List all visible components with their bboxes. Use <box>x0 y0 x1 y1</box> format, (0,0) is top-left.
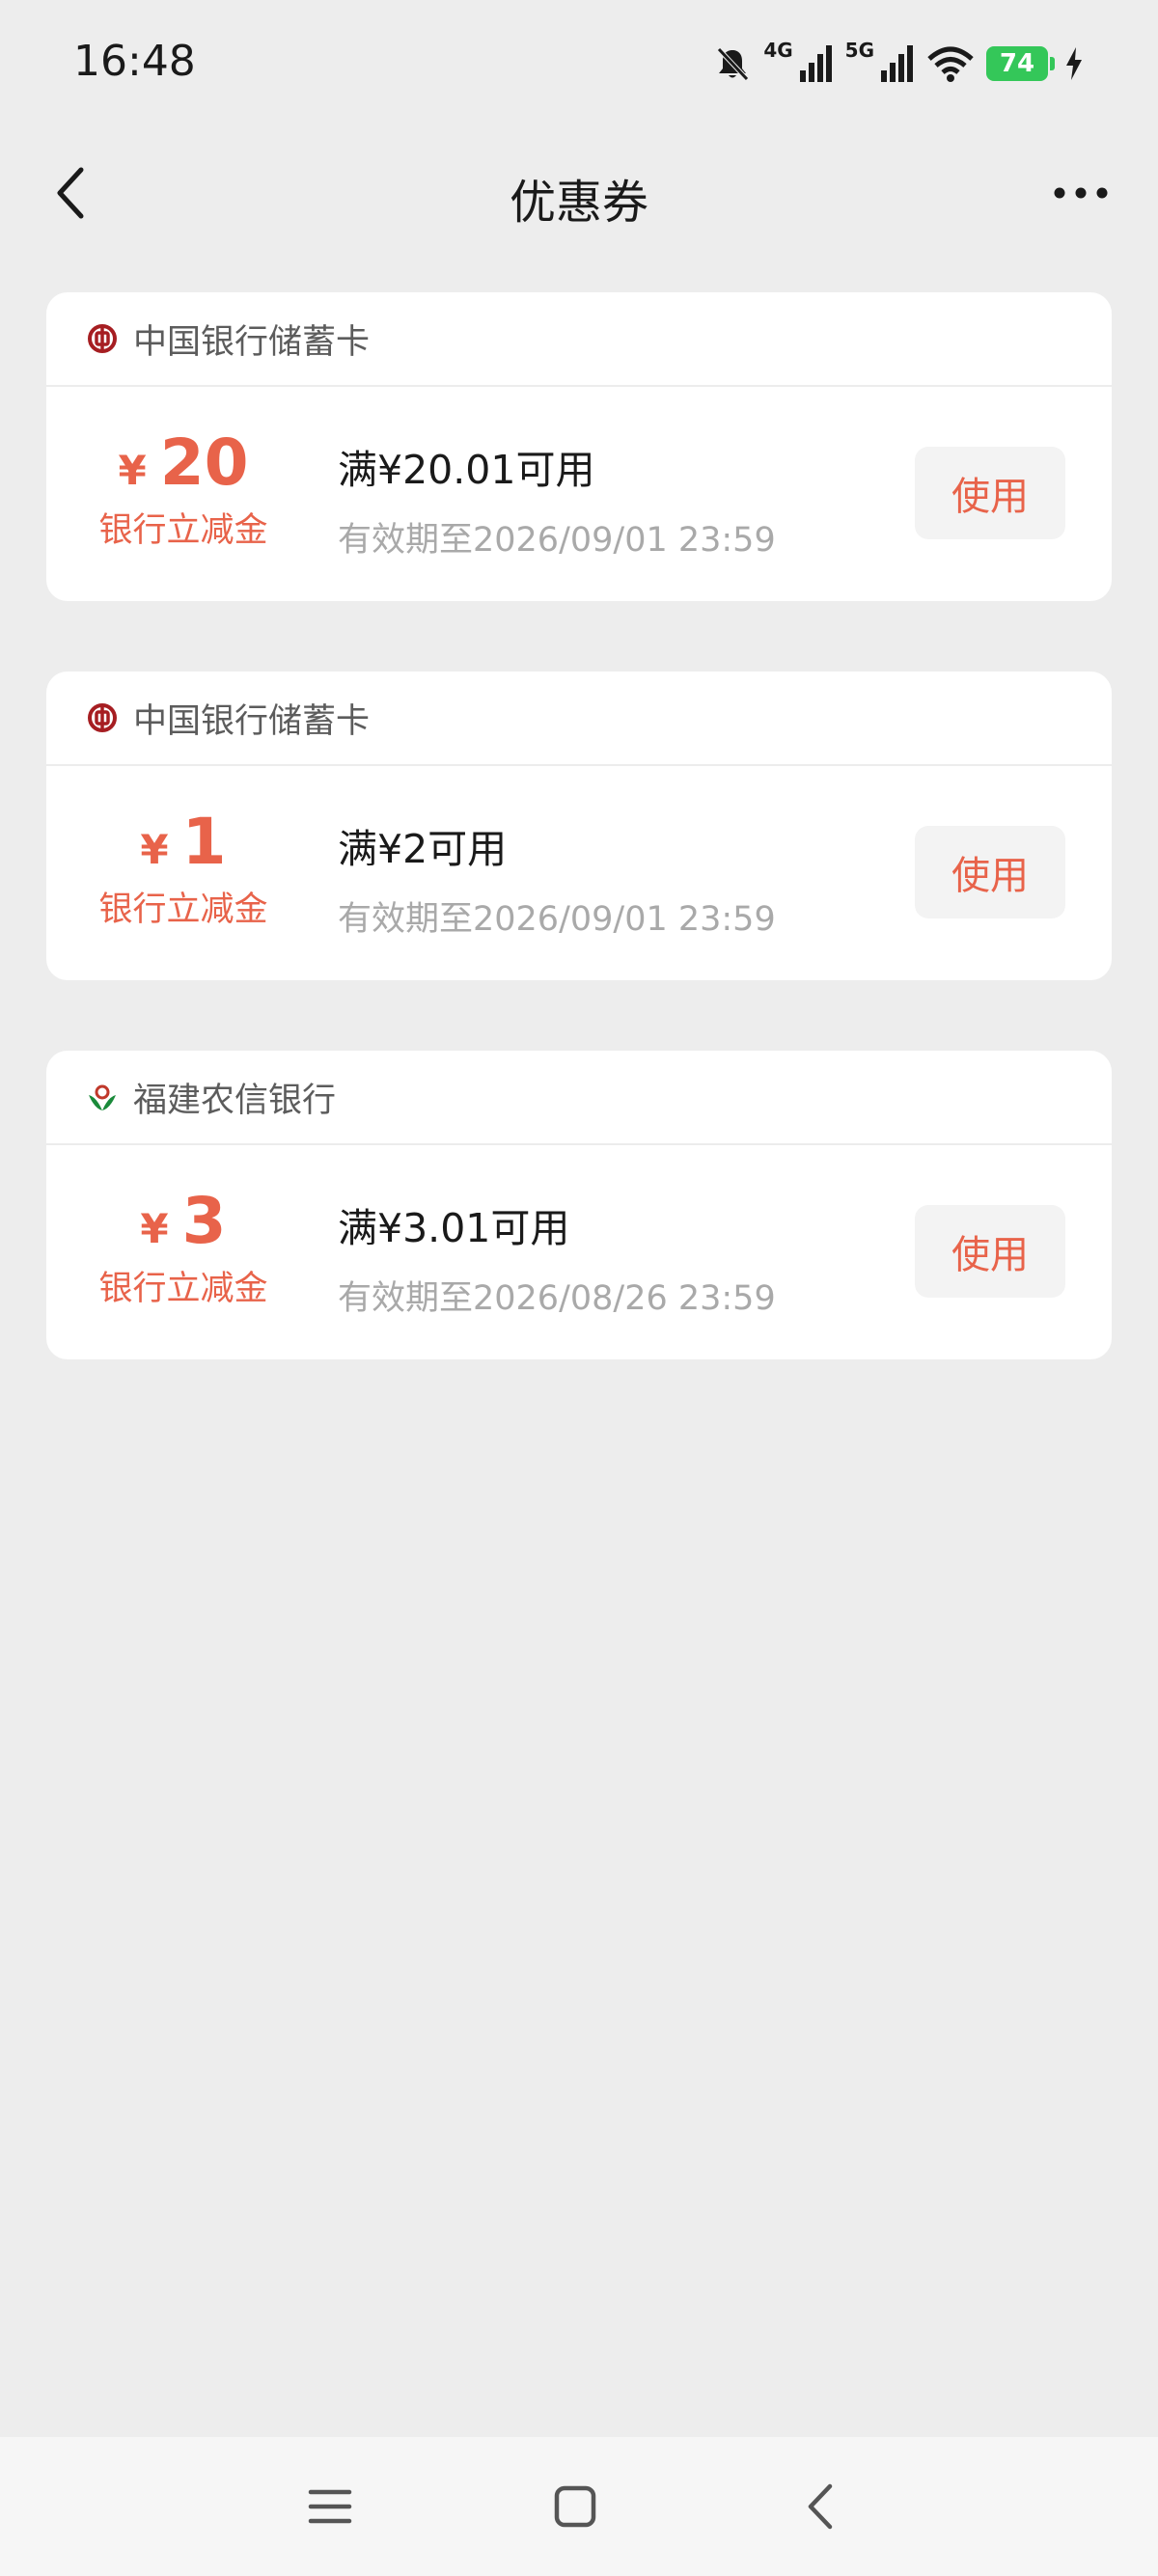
usage-condition: 满¥3.01可用 <box>338 1205 570 1251</box>
coupon-card: 福建农信银行 ¥ 3 银行立减金 满¥3.01可用 有效期至2026/08/26… <box>46 1051 1112 1359</box>
nav-bar: 优惠券 <box>0 145 1158 241</box>
battery-indicator: 74 <box>986 46 1055 81</box>
boc-logo-icon <box>87 323 118 354</box>
page-title: 优惠券 <box>509 176 648 230</box>
status-bar: 16:48 4G 5G 74 <box>0 0 1158 125</box>
card-header: 福建农信银行 <box>46 1051 1112 1145</box>
currency-symbol: ¥ <box>140 826 169 873</box>
signal-icon <box>799 45 834 82</box>
amount-type: 银行立减金 <box>98 511 268 550</box>
amount-type: 银行立减金 <box>98 1270 268 1308</box>
bank-name: 福建农信银行 <box>133 1081 337 1120</box>
card-body: ¥ 3 银行立减金 满¥3.01可用 有效期至2026/08/26 23:59 … <box>46 1145 1112 1359</box>
home-button[interactable] <box>540 2472 610 2541</box>
back-triangle-icon <box>808 2483 833 2530</box>
currency-symbol: ¥ <box>118 447 147 494</box>
card-header: 中国银行储蓄卡 <box>46 671 1112 766</box>
amount-type: 银行立减金 <box>98 891 268 929</box>
amount-value: 1 <box>181 805 227 879</box>
boc-logo-icon <box>87 702 118 733</box>
coupon-amount: ¥ 1 银行立减金 <box>87 805 280 931</box>
usage-condition: 满¥2可用 <box>338 826 508 872</box>
validity-date: 有效期至2026/09/01 23:59 <box>338 900 776 939</box>
signal-icon <box>880 45 915 82</box>
system-nav-bar <box>0 2437 1158 2576</box>
amount-value: 3 <box>181 1184 227 1258</box>
coupon-list: 中国银行储蓄卡 ¥ 20 银行立减金 满¥20.01可用 有效期至2026/09… <box>46 292 1112 1430</box>
coupon-card: 中国银行储蓄卡 ¥ 20 银行立减金 满¥20.01可用 有效期至2026/09… <box>46 292 1112 601</box>
currency-symbol: ¥ <box>140 1205 169 1252</box>
coupon-card: 中国银行储蓄卡 ¥ 1 银行立减金 满¥2可用 有效期至2026/09/01 2… <box>46 671 1112 980</box>
network-4g-label: 4G <box>763 39 793 62</box>
menu-button[interactable] <box>295 2472 365 2541</box>
coupon-amount: ¥ 20 银行立减金 <box>87 425 280 552</box>
home-square-icon <box>554 2485 596 2528</box>
menu-icon <box>308 2489 352 2524</box>
use-button[interactable]: 使用 <box>915 1205 1065 1298</box>
status-icons: 4G 5G 74 <box>713 39 1083 89</box>
amount-value: 20 <box>159 425 249 500</box>
use-button[interactable]: 使用 <box>915 447 1065 539</box>
coupon-amount: ¥ 3 银行立减金 <box>87 1184 280 1310</box>
usage-condition: 满¥20.01可用 <box>338 447 595 493</box>
more-button[interactable] <box>1042 156 1119 230</box>
use-button[interactable]: 使用 <box>915 826 1065 918</box>
status-time: 16:48 <box>73 37 196 86</box>
bank-name: 中国银行储蓄卡 <box>133 701 371 741</box>
system-back-button[interactable] <box>786 2472 855 2541</box>
card-header: 中国银行储蓄卡 <box>46 292 1112 387</box>
more-dots-icon <box>1054 187 1108 199</box>
fjnx-logo-icon <box>87 1082 118 1112</box>
bank-name: 中国银行储蓄卡 <box>133 322 371 362</box>
validity-date: 有效期至2026/09/01 23:59 <box>338 521 776 560</box>
validity-date: 有效期至2026/08/26 23:59 <box>338 1279 776 1318</box>
bell-muted-icon <box>713 44 752 83</box>
network-5g-label: 5G <box>844 39 874 62</box>
card-body: ¥ 20 银行立减金 满¥20.01可用 有效期至2026/09/01 23:5… <box>46 387 1112 601</box>
wifi-icon <box>926 45 975 82</box>
card-body: ¥ 1 银行立减金 满¥2可用 有效期至2026/09/01 23:59 使用 <box>46 766 1112 980</box>
charging-icon <box>1065 47 1083 80</box>
